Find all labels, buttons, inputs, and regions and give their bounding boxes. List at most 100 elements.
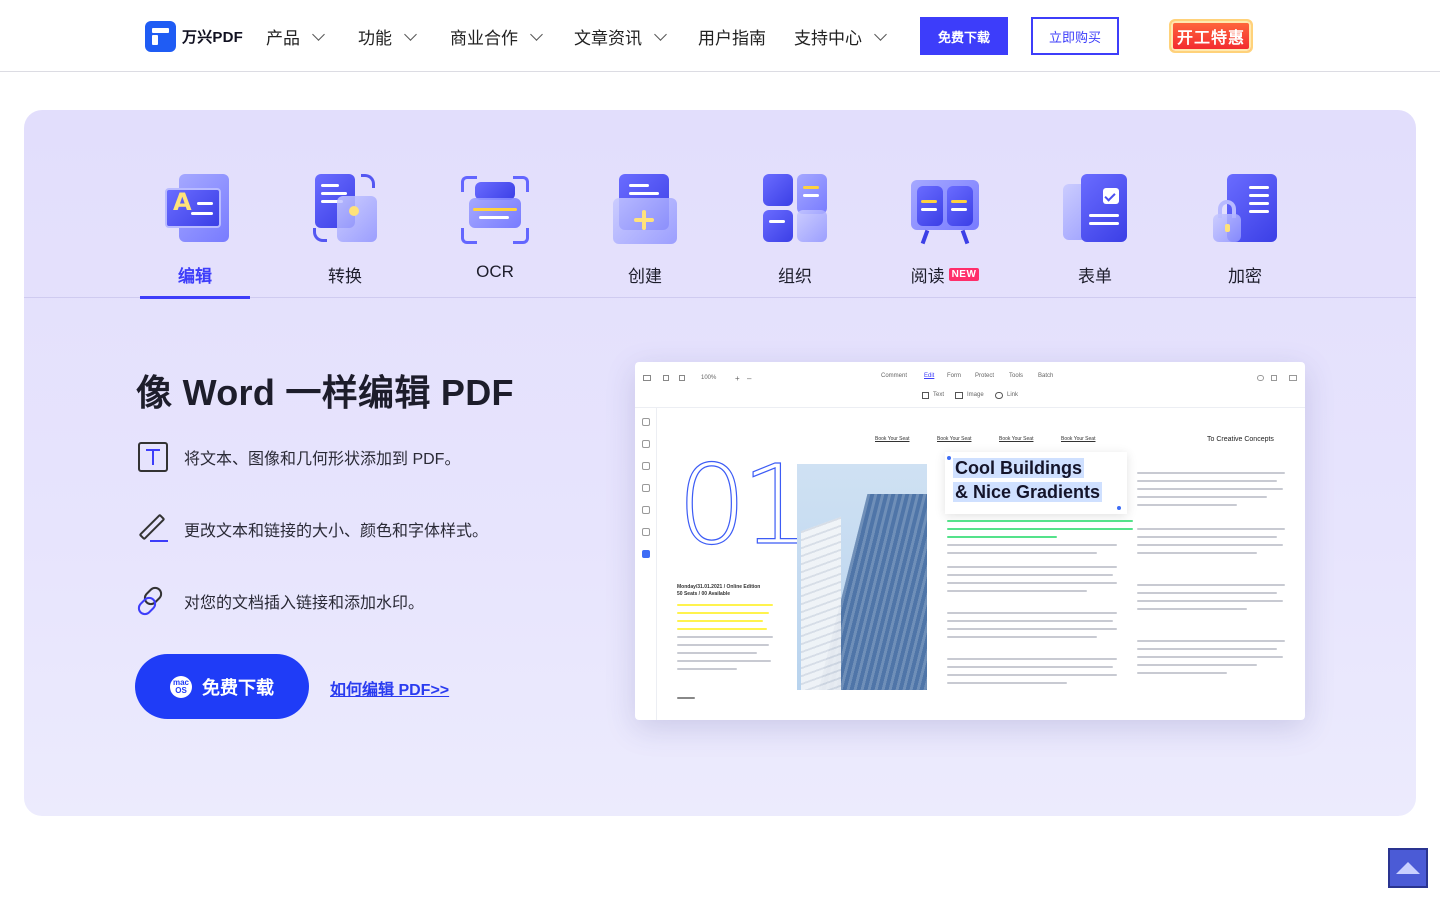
feature-text: 将文本、图像和几何形状添加到 PDF。 xyxy=(184,451,461,468)
doc-link: Book Your Seat xyxy=(1061,436,1096,442)
hero-download-button[interactable]: mac OS 免费下载 xyxy=(135,654,309,719)
buy-now-button[interactable]: 立即购买 xyxy=(1031,17,1119,55)
menu-tools: Tools xyxy=(1009,373,1024,379)
free-download-button[interactable]: 免费下载 xyxy=(920,17,1008,55)
bookmark-icon xyxy=(642,462,650,470)
feature-item: 将文本、图像和几何形状添加到 PDF。 xyxy=(136,440,460,474)
link-tool-icon xyxy=(995,392,1003,399)
tab-label: 创建 xyxy=(628,267,662,286)
feature-tabs: A 编辑 转换 OCR 创建 组织 阅读 NEW 表单 加密 xyxy=(24,110,1416,299)
how-to-edit-link[interactable]: 如何编辑 PDF>> xyxy=(330,676,449,700)
feature-text: 更改文本和链接的大小、颜色和字体样式。 xyxy=(184,523,489,540)
tab-form[interactable]: 表单 xyxy=(1040,174,1150,287)
pen-edit-icon xyxy=(136,512,170,546)
macos-icon: mac OS xyxy=(170,675,192,698)
brand-logo[interactable]: 万兴PDF xyxy=(145,21,243,52)
event-seats: 50 Seats / 00 Available xyxy=(677,591,730,597)
convert-icon xyxy=(309,174,381,246)
app-toolbar: 100% + – Comment Edit Form Protect Tools… xyxy=(635,362,1305,408)
hero-title: 像 Word 一样编辑 PDF xyxy=(136,372,514,413)
sidebar-toggle-icon xyxy=(643,375,651,381)
attachment-icon xyxy=(642,506,650,514)
chevron-down-icon xyxy=(654,27,667,41)
nav-item-features[interactable]: 功能 xyxy=(358,24,417,49)
zoom-in-icon: + xyxy=(735,374,740,383)
promo-banner-button[interactable]: 开工特惠 xyxy=(1169,19,1253,53)
tab-label: 组织 xyxy=(778,267,812,286)
comment-icon xyxy=(642,440,650,448)
hero-download-label: 免费下载 xyxy=(202,677,274,698)
document-page: Book Your Seat Book Your Seat Book Your … xyxy=(663,414,1299,714)
tab-encrypt[interactable]: 加密 xyxy=(1190,174,1300,287)
nav-item-label: 功能 xyxy=(358,29,392,48)
zoom-out-icon: – xyxy=(747,374,752,383)
new-badge: NEW xyxy=(948,268,980,281)
ocr-icon xyxy=(459,174,531,246)
nav-item-user-guide[interactable]: 用户指南 xyxy=(698,24,766,49)
scroll-to-top-button[interactable] xyxy=(1388,848,1428,888)
active-tab-indicator xyxy=(140,296,250,299)
nav-item-label: 商业合作 xyxy=(450,29,518,48)
menu-protect: Protect xyxy=(975,373,995,379)
tab-convert[interactable]: 转换 xyxy=(290,174,400,287)
nav-item-label: 文章资讯 xyxy=(574,29,642,48)
text-tool-icon xyxy=(922,392,929,399)
big-number: 01 xyxy=(676,441,811,569)
tab-label: 表单 xyxy=(1078,267,1112,286)
event-date: Monday/31.01.2021 / Online Edition xyxy=(677,584,761,590)
chevron-down-icon xyxy=(874,27,887,41)
tab-create[interactable]: 创建 xyxy=(590,174,700,287)
tab-label: 阅读 NEW xyxy=(911,262,980,287)
tool-text: Text xyxy=(933,392,945,398)
selected-heading: Cool Buildings & Nice Gradients xyxy=(945,452,1127,514)
link-icon xyxy=(134,583,170,619)
menu-comment: Comment xyxy=(881,373,908,379)
feature-item: 对您的文档插入链接和添加水印。 xyxy=(134,583,425,619)
nav-item-label: 产品 xyxy=(266,29,300,48)
share-icon xyxy=(1271,375,1277,381)
tab-label: 编辑 xyxy=(178,267,212,286)
ai-icon xyxy=(642,550,650,558)
feature-panel: A 编辑 转换 OCR 创建 组织 阅读 NEW 表单 加密 像 Word 一样… xyxy=(24,110,1416,816)
building-photo xyxy=(797,464,927,690)
chevron-down-icon xyxy=(312,27,325,41)
logo-text: 万兴PDF xyxy=(182,29,244,46)
nav-item-products[interactable]: 产品 xyxy=(266,24,325,49)
read-icon xyxy=(909,174,981,246)
tab-label: 转换 xyxy=(328,267,362,286)
tool-link: Link xyxy=(1007,392,1019,398)
doc-link: Book Your Seat xyxy=(937,436,972,442)
menu-form: Form xyxy=(947,373,961,379)
tab-label: 加密 xyxy=(1228,267,1262,286)
text-box-icon xyxy=(136,440,170,474)
product-screenshot: 100% + – Comment Edit Form Protect Tools… xyxy=(635,362,1305,720)
page-thumbnail-icon xyxy=(642,418,650,426)
nav-item-support[interactable]: 支持中心 xyxy=(794,24,887,49)
page-icon xyxy=(679,375,685,381)
panel-icon xyxy=(1289,375,1297,381)
form-icon xyxy=(1059,174,1131,246)
layers-icon xyxy=(642,484,650,492)
nav-item-label: 用户指南 xyxy=(698,29,766,48)
logo-icon xyxy=(145,21,176,52)
cloud-icon xyxy=(1257,375,1264,381)
tab-label: OCR xyxy=(476,262,514,281)
tab-organize[interactable]: 组织 xyxy=(740,174,850,287)
organize-icon xyxy=(759,174,831,246)
doc-header-right: To Creative Concepts xyxy=(1207,436,1274,443)
nav-item-business[interactable]: 商业合作 xyxy=(450,24,543,49)
create-icon xyxy=(609,174,681,246)
chevron-down-icon xyxy=(530,27,543,41)
tab-ocr[interactable]: OCR xyxy=(440,174,550,282)
nav-item-articles[interactable]: 文章资讯 xyxy=(574,24,667,49)
app-sidebar xyxy=(635,408,657,720)
feature-text: 对您的文档插入链接和添加水印。 xyxy=(184,595,425,612)
grid-icon xyxy=(663,375,669,381)
doc-link: Book Your Seat xyxy=(875,436,910,442)
tab-edit[interactable]: A 编辑 xyxy=(140,174,250,287)
tab-read[interactable]: 阅读 NEW xyxy=(890,174,1000,287)
nav-item-label: 支持中心 xyxy=(794,29,862,48)
doc-link: Book Your Seat xyxy=(999,436,1034,442)
heading-line-1: Cool Buildings xyxy=(953,458,1084,478)
menu-batch: Batch xyxy=(1038,373,1054,379)
